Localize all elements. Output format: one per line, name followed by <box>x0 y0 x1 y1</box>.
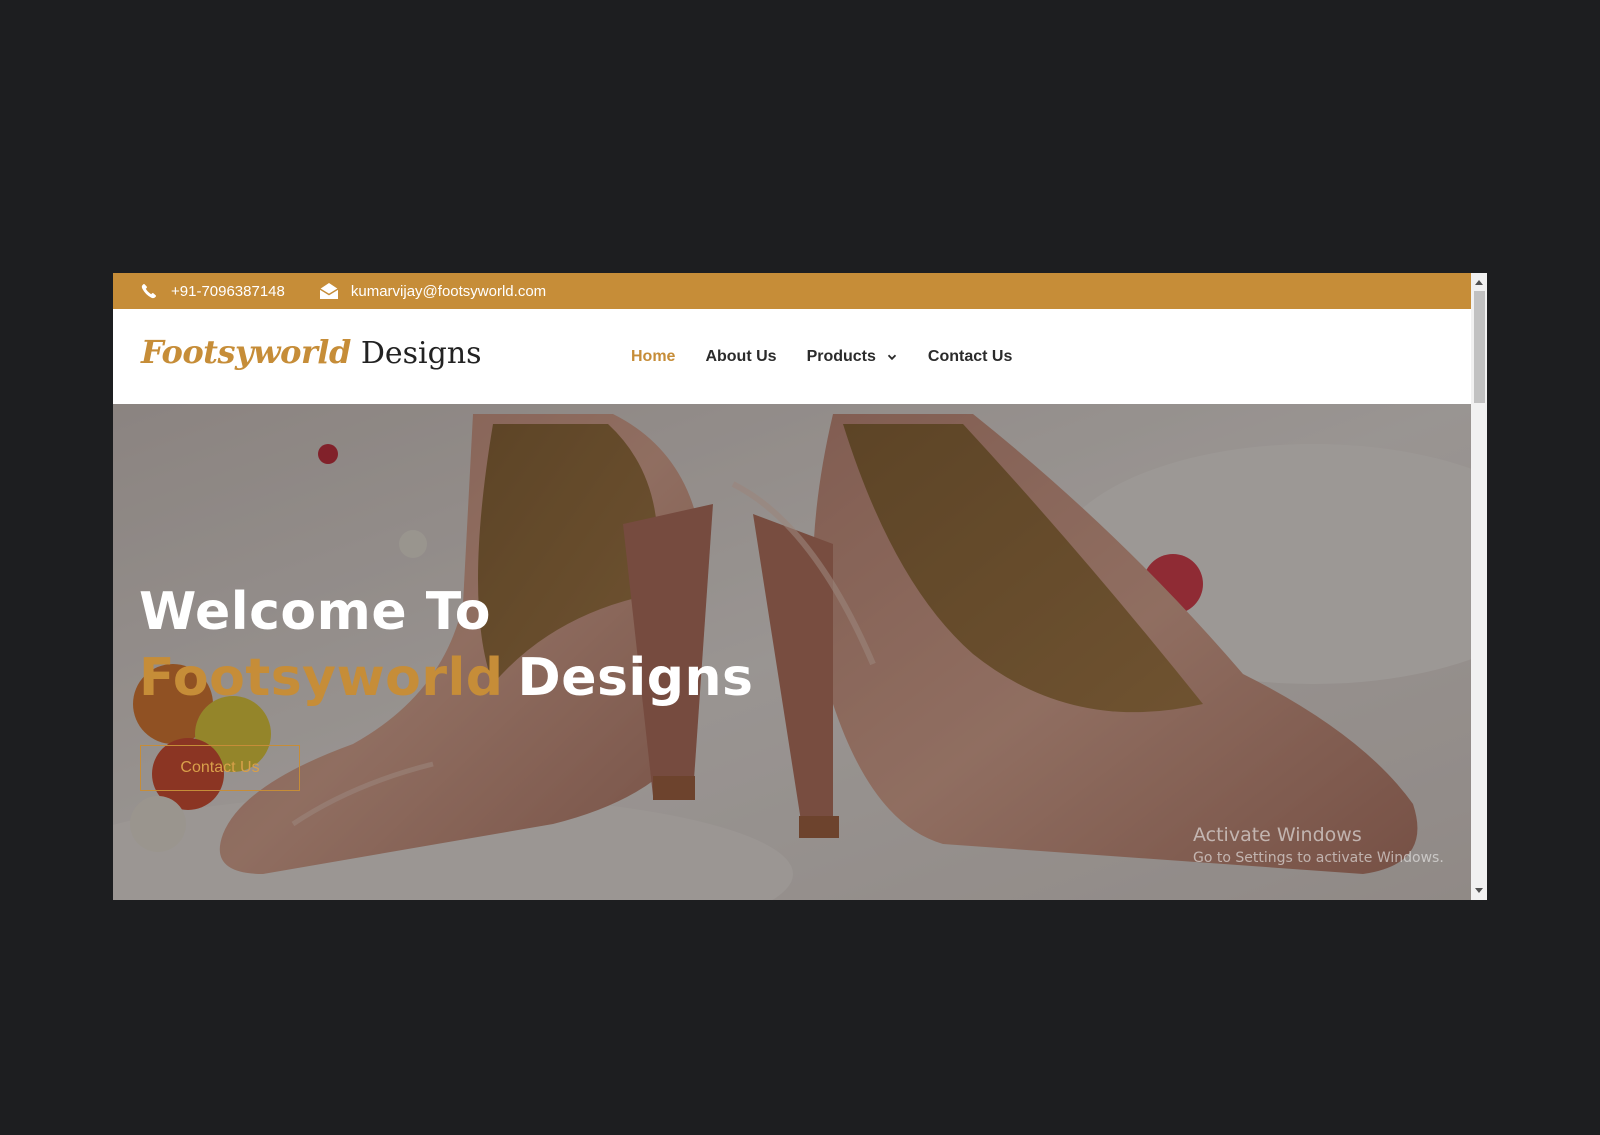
hero-contact-button[interactable]: Contact Us <box>140 745 300 791</box>
nav-contact-label: Contact Us <box>927 347 1013 365</box>
page-viewport: +91-7096387148 kumarvijay@footsyworld.co… <box>113 273 1471 900</box>
nav-products-label: Products <box>806 347 876 365</box>
phone-icon <box>139 281 159 301</box>
browser-window: +91-7096387148 kumarvijay@footsyworld.co… <box>113 273 1487 900</box>
main-nav: Home About Us Products Contact Us <box>631 309 1042 404</box>
scroll-up-arrow-icon[interactable] <box>1471 275 1487 289</box>
phone-contact[interactable]: +91-7096387148 <box>139 273 285 309</box>
email-contact[interactable]: kumarvijay@footsyworld.com <box>319 273 546 309</box>
email-address: kumarvijay@footsyworld.com <box>350 282 547 300</box>
site-logo[interactable]: Footsyworld Designs <box>141 333 482 379</box>
scroll-down-arrow-icon[interactable] <box>1471 884 1487 898</box>
envelope-icon <box>319 281 339 301</box>
hero-banner: Welcome To Footsyworld Designs Contact Us… <box>113 404 1471 900</box>
nav-contact-us[interactable]: Contact Us <box>928 348 1012 366</box>
vertical-scrollbar[interactable] <box>1471 273 1487 900</box>
scrollbar-thumb[interactable] <box>1474 291 1485 403</box>
logo-plain-text: Designs <box>360 336 482 371</box>
chevron-down-icon <box>886 351 898 363</box>
hero-title-line1: Welcome To <box>139 582 491 642</box>
phone-number: +91-7096387148 <box>171 282 285 300</box>
nav-home[interactable]: Home <box>631 348 675 366</box>
watermark-title: Activate Windows <box>1193 824 1362 846</box>
nav-home-label: Home <box>631 347 676 365</box>
nav-products[interactable]: Products <box>807 348 898 366</box>
windows-activation-watermark: Activate Windows Go to Settings to activ… <box>1193 824 1444 866</box>
top-contact-bar: +91-7096387148 kumarvijay@footsyworld.co… <box>113 273 1471 309</box>
nav-about-label: About Us <box>705 347 777 365</box>
nav-about-us[interactable]: About Us <box>705 348 776 366</box>
watermark-subtitle: Go to Settings to activate Windows. <box>1193 850 1444 866</box>
hero-title-accent: Footsyworld <box>139 648 504 708</box>
hero-title-line2: Footsyworld Designs <box>139 648 753 708</box>
hero-title-rest: Designs <box>517 648 754 708</box>
logo-script-text: Footsyworld <box>141 333 351 371</box>
site-header: Footsyworld Designs Home About Us Produc… <box>113 309 1471 404</box>
